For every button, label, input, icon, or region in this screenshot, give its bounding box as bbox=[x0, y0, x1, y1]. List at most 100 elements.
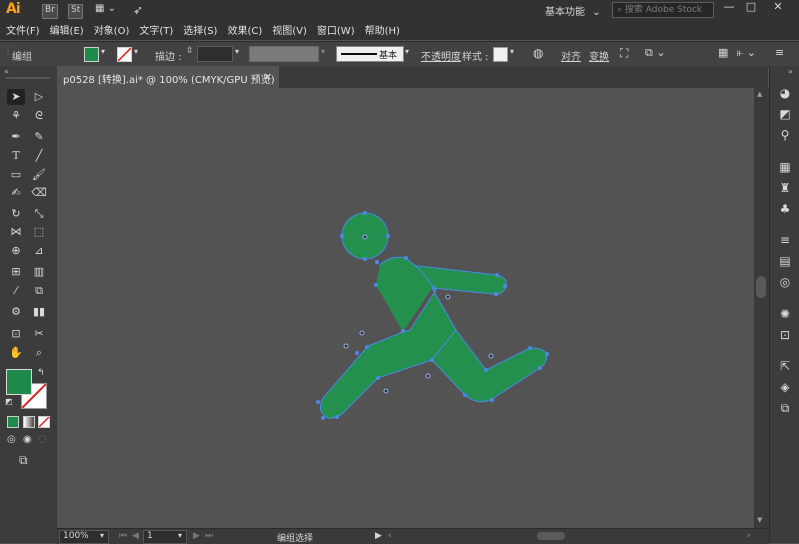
links-panel-icon[interactable]: ⧉ bbox=[777, 400, 793, 416]
first-page-icon[interactable]: ⏮ bbox=[119, 531, 127, 541]
hand-tool-icon[interactable]: ✋ bbox=[7, 345, 25, 361]
type-tool-icon[interactable]: T bbox=[7, 148, 25, 164]
none-mode-icon[interactable] bbox=[38, 416, 50, 428]
variable-width-field[interactable] bbox=[249, 46, 319, 62]
menu-select[interactable]: 选择(S) bbox=[183, 22, 217, 37]
vertical-scrollbar[interactable]: ▲ ▼ bbox=[754, 88, 769, 528]
menu-file[interactable]: 文件(F) bbox=[6, 22, 40, 37]
rotate-tool-icon[interactable]: ↻ bbox=[7, 206, 25, 222]
eyedropper-tool-icon[interactable]: ⁄ bbox=[7, 283, 25, 299]
next-page-icon[interactable]: ▶ bbox=[193, 531, 200, 541]
collapse-panel-icon[interactable]: « bbox=[4, 67, 9, 76]
menu-window[interactable]: 窗口(W) bbox=[317, 22, 355, 37]
gradient-panel-icon[interactable]: ▤ bbox=[777, 253, 793, 269]
swap-fill-stroke-icon[interactable]: ↰ bbox=[37, 368, 45, 378]
export-panel-icon[interactable]: ⇱ bbox=[777, 358, 793, 374]
column-graph-tool-icon[interactable]: ▮▮ bbox=[30, 304, 48, 320]
shape-builder-tool-icon[interactable]: ⊕ bbox=[7, 243, 25, 259]
line-tool-icon[interactable]: ╱ bbox=[30, 148, 48, 164]
eraser-tool-icon[interactable]: ⌫ bbox=[30, 185, 48, 201]
stroke-weight-field[interactable] bbox=[197, 46, 233, 62]
transparency-panel-icon[interactable]: ◎ bbox=[777, 274, 793, 290]
stroke-panel-icon[interactable]: ≡ bbox=[777, 232, 793, 248]
blend-tool-icon[interactable]: ⧉ bbox=[30, 283, 48, 299]
close-tab-button[interactable]: × bbox=[263, 70, 272, 83]
rectangle-tool-icon[interactable]: ▭ bbox=[7, 167, 25, 183]
stock-search-input[interactable]: ⌕ 搜索 Adobe Stock bbox=[612, 2, 714, 18]
draw-normal-icon[interactable]: ◎ bbox=[7, 434, 16, 445]
arrange-documents-button[interactable]: ▦ ⌄ bbox=[95, 3, 116, 14]
document-tab[interactable]: p0528 [转换].ai* @ 100% (CMYK/GPU 预览) × bbox=[57, 66, 279, 88]
last-page-icon[interactable]: ⏭ bbox=[205, 531, 213, 541]
close-window-button[interactable]: ✕ bbox=[767, 0, 789, 14]
default-fill-stroke-icon[interactable]: ◩ bbox=[5, 397, 13, 406]
scale-tool-icon[interactable]: ⤡ bbox=[30, 206, 48, 222]
leg-shape[interactable] bbox=[431, 329, 548, 403]
symbol-sprayer-tool-icon[interactable]: ⚙ bbox=[7, 304, 25, 320]
brush-style-field[interactable]: 基本 bbox=[336, 46, 404, 62]
screen-mode-icon[interactable]: ⧉ bbox=[19, 453, 28, 468]
control-bar-menu-icon[interactable]: ≡ bbox=[775, 46, 784, 59]
draw-inside-icon[interactable]: ◌ bbox=[38, 434, 47, 445]
artboard-canvas[interactable] bbox=[57, 88, 754, 528]
color-mode-icon[interactable] bbox=[7, 416, 19, 428]
scroll-right-icon[interactable]: › bbox=[747, 531, 751, 541]
panel-grid-icon[interactable]: ▦ bbox=[718, 46, 728, 59]
distribute-icon[interactable]: ⫦ ⌄ bbox=[737, 46, 756, 60]
symbols-panel-icon[interactable]: ♣ bbox=[777, 201, 793, 217]
stroke-dropdown-icon[interactable]: ▾ bbox=[134, 47, 138, 56]
previous-page-icon[interactable]: ◀ bbox=[132, 531, 139, 541]
graphic-styles-icon[interactable]: ✺ bbox=[777, 306, 793, 322]
brushes-panel-icon[interactable]: ♜ bbox=[777, 180, 793, 196]
menu-type[interactable]: 文字(T) bbox=[139, 22, 173, 37]
zoom-tool-icon[interactable]: ⌕ bbox=[30, 345, 48, 361]
gradient-tool-icon[interactable]: ▥ bbox=[30, 264, 48, 280]
paintbrush-tool-icon[interactable]: 🖌 bbox=[30, 167, 48, 183]
fill-color-box[interactable] bbox=[6, 369, 32, 395]
stroke-weight-dropdown-icon[interactable]: ▾ bbox=[235, 47, 239, 56]
fill-dropdown-icon[interactable]: ▾ bbox=[101, 47, 105, 56]
opacity-label[interactable]: 不透明度 bbox=[421, 48, 461, 63]
curvature-tool-icon[interactable]: ✎ bbox=[30, 129, 48, 145]
draw-behind-icon[interactable]: ◉ bbox=[23, 434, 32, 445]
perspective-grid-tool-icon[interactable]: ⊿ bbox=[30, 243, 48, 259]
menu-help[interactable]: 帮助(H) bbox=[365, 22, 400, 37]
transform-button[interactable]: 变换 bbox=[589, 48, 609, 63]
selection-tool-icon[interactable]: ➤ bbox=[7, 89, 25, 105]
color-guide-icon[interactable]: ◩ bbox=[777, 106, 793, 122]
menu-object[interactable]: 对象(O) bbox=[94, 22, 130, 37]
status-menu-icon[interactable]: ▶ bbox=[375, 531, 382, 541]
stroke-stepper-icon[interactable]: ⇳ bbox=[186, 46, 194, 56]
isolate-group-icon[interactable]: ⛶ bbox=[620, 46, 628, 61]
pen-tool-icon[interactable]: ✒ bbox=[7, 129, 25, 145]
recolor-artwork-icon[interactable]: ◍ bbox=[533, 46, 543, 60]
rocket-icon[interactable]: ➶ bbox=[133, 3, 143, 17]
stock-button[interactable]: St bbox=[68, 4, 84, 19]
menu-view[interactable]: 视图(V) bbox=[272, 22, 307, 37]
width-tool-icon[interactable]: ⋈ bbox=[7, 224, 25, 240]
arrange-icon[interactable]: ⧉ ⌄ bbox=[645, 46, 666, 60]
slice-tool-icon[interactable]: ✂ bbox=[30, 326, 48, 342]
minimize-button[interactable]: — bbox=[718, 0, 740, 14]
magic-wand-tool-icon[interactable]: ⚘ bbox=[7, 108, 25, 124]
layers-panel-icon[interactable]: ◈ bbox=[777, 379, 793, 395]
stroke-swatch[interactable] bbox=[117, 47, 132, 62]
align-button[interactable]: 对齐 bbox=[561, 48, 581, 63]
fill-swatch[interactable] bbox=[84, 47, 99, 62]
gradient-mode-icon[interactable] bbox=[23, 416, 35, 428]
direct-selection-tool-icon[interactable]: ▷ bbox=[30, 89, 48, 105]
expand-panels-icon[interactable]: » bbox=[788, 67, 793, 76]
bridge-button[interactable]: Br bbox=[42, 4, 58, 19]
brush-style-dropdown-icon[interactable]: ▾ bbox=[405, 47, 409, 56]
color-panel-icon[interactable]: ◕ bbox=[777, 85, 793, 101]
graphic-style-swatch[interactable] bbox=[493, 47, 508, 62]
free-transform-tool-icon[interactable]: ⬚ bbox=[30, 224, 48, 240]
maximize-button[interactable]: □ bbox=[740, 0, 762, 14]
shaper-tool-icon[interactable]: ✍ bbox=[7, 185, 25, 201]
scroll-down-icon[interactable]: ▼ bbox=[757, 516, 762, 524]
appearance-panel-icon[interactable]: ⚲ bbox=[777, 127, 793, 143]
artboards-panel-icon[interactable]: ⊡ bbox=[777, 327, 793, 343]
mesh-tool-icon[interactable]: ⊞ bbox=[7, 264, 25, 280]
artboard-tool-icon[interactable]: ⊡ bbox=[7, 326, 25, 342]
running-figure-artwork[interactable] bbox=[57, 88, 754, 528]
